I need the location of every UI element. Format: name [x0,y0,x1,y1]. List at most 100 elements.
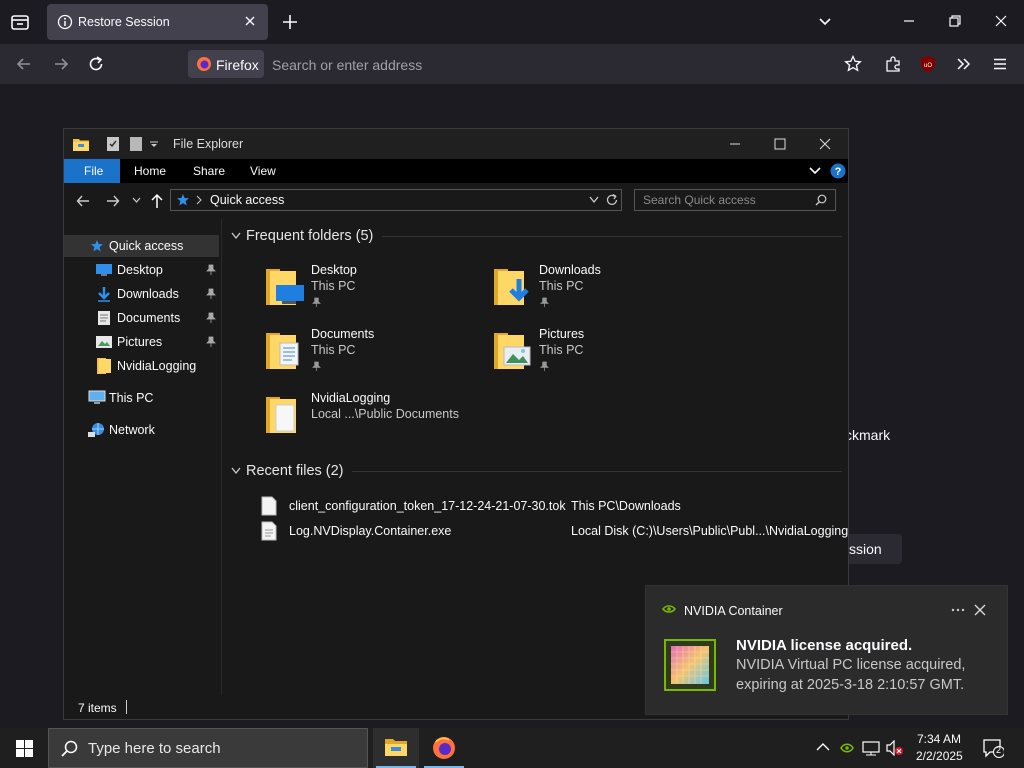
explorer-search-icon[interactable] [815,194,827,206]
up-folder-icon[interactable] [150,193,164,209]
close-window-icon[interactable] [994,14,1008,28]
sidebar-item-desktop[interactable]: Desktop [64,259,219,281]
address-text[interactable]: Quick access [210,193,284,207]
documents-icon [97,310,111,326]
sidebar-item-pictures[interactable]: Pictures [64,331,219,353]
folder-location: This PC [311,343,356,357]
sidebar-item-documents[interactable]: Documents [64,307,219,329]
taskbar-search-box[interactable]: Type here to search [48,728,368,768]
explorer-back-icon[interactable] [76,194,90,208]
clock-time[interactable]: 7:34 AM [916,732,962,746]
list-all-tabs-icon[interactable] [817,14,833,30]
tab-restore-session[interactable]: Restore Session [47,4,268,40]
firefox-identity-button[interactable]: Firefox [188,50,264,78]
new-tab-icon[interactable] [281,13,299,31]
nvidia-tray-icon[interactable] [840,742,854,754]
recent-locations-icon[interactable] [132,196,141,205]
sidebar-item-quick-access[interactable]: Quick access [64,235,219,257]
minimize-icon[interactable] [902,14,916,28]
ribbon-tab-share[interactable]: Share [193,164,225,178]
pictures-icon [96,335,112,349]
forward-icon[interactable] [52,55,70,73]
search-quick-access-input[interactable]: Search Quick access [634,189,836,211]
address-bar[interactable]: Quick access [170,189,622,211]
reload-icon[interactable] [87,55,105,73]
volume-muted-icon[interactable] [886,740,904,756]
folder-icon [264,393,306,435]
extensions-icon[interactable] [884,55,902,73]
pin-icon [312,297,321,308]
taskbar-firefox[interactable] [421,728,467,768]
recent-file-row[interactable]: Log.NVDisplay.Container.exe Local Disk (… [258,520,848,542]
action-center-icon[interactable]: 2 [982,738,1004,758]
address-dropdown-icon[interactable] [589,196,599,204]
frequent-folder-desktop[interactable]: Desktop This PC [264,261,484,321]
url-placeholder[interactable]: Search or enter address [272,57,422,73]
explorer-ribbon: File Home Share View ? [64,159,848,183]
search-icon [61,740,78,757]
frequent-folder-downloads[interactable]: Downloads This PC [492,261,712,321]
section-divider [382,236,842,237]
firefox-view-icon[interactable] [10,12,30,32]
recent-files-header[interactable]: Recent files (2) [246,463,344,479]
sidebar-item-nvidialogging[interactable]: NvidiaLogging [64,355,219,377]
item-count: 7 items [78,701,117,715]
explorer-minimize-icon[interactable] [728,137,742,151]
dismiss-toast-icon[interactable] [974,604,986,616]
sidebar-item-this-pc[interactable]: This PC [64,387,219,409]
folder-name: Pictures [539,327,585,341]
folder-location: This PC [539,279,584,293]
ublock-origin-icon[interactable]: uO [919,55,937,73]
frequent-folder-documents[interactable]: Documents This PC [264,325,484,385]
hamburger-menu-icon[interactable] [991,55,1009,73]
ribbon-tab-file[interactable]: File [64,159,120,183]
quick-access-toolbar-dropdown-icon[interactable] [150,141,158,149]
overflow-menu-icon[interactable] [955,55,973,73]
navigation-pane: Quick access Desktop Downloads Documents… [64,235,221,695]
recent-file-row[interactable]: client_configuration_token_17-12-24-21-0… [258,495,842,517]
frequent-folder-pictures[interactable]: Pictures This PC [492,325,712,385]
ribbon-tab-file-label: File [84,164,104,178]
explorer-maximize-icon[interactable] [773,137,787,151]
clock-date[interactable]: 2/2/2025 [916,749,963,763]
nvidia-logo-icon [662,604,676,614]
windows-start-icon[interactable] [16,740,33,757]
restore-window-icon[interactable] [948,14,962,28]
breadcrumb-chevron-icon[interactable] [195,195,203,205]
pin-icon [206,264,216,276]
exe-file-icon [261,521,277,541]
new-folder-quick-icon[interactable] [130,136,142,152]
url-bar[interactable]: Search or enter address [187,50,837,78]
folder-location: Local ...\Public Documents [311,407,459,421]
back-icon[interactable] [15,55,33,73]
taskbar-file-explorer[interactable] [373,728,419,768]
more-options-icon[interactable] [951,603,965,617]
ribbon-tab-home[interactable]: Home [134,164,166,178]
nvidia-toast-notification[interactable]: NVIDIA Container NVIDIA license acquired… [645,585,1008,715]
help-icon[interactable]: ? [830,163,846,179]
windows-taskbar: Type here to search 7:34 AM 2/2/2025 2 [0,728,1024,768]
collapse-section-icon[interactable] [231,467,241,475]
file-explorer-icon [385,738,407,756]
frequent-folder-nvidialogging[interactable]: NvidiaLogging Local ...\Public Documents [264,389,524,449]
ribbon-tab-view[interactable]: View [250,164,276,178]
properties-quick-icon[interactable] [106,136,120,152]
refresh-icon[interactable] [605,193,619,207]
toast-line-1: NVIDIA Virtual PC license acquired, [736,657,966,673]
section-divider [352,471,842,472]
bookmark-star-icon[interactable] [844,55,862,73]
network-tray-icon[interactable] [862,740,880,756]
info-icon [57,14,73,30]
explorer-close-icon[interactable] [818,137,832,151]
show-hidden-icons-chevron[interactable] [816,742,830,752]
expand-ribbon-icon[interactable] [809,166,821,176]
explorer-search-placeholder: Search Quick access [643,193,756,207]
collapse-section-icon[interactable] [231,232,241,240]
pin-icon [540,297,549,308]
close-tab-icon[interactable] [243,14,257,28]
sidebar-item-downloads[interactable]: Downloads [64,283,219,305]
sidebar-item-network[interactable]: Network [64,419,219,441]
explorer-forward-icon[interactable] [106,194,120,208]
notification-count: 2 [996,745,1002,755]
frequent-folders-header[interactable]: Frequent folders (5) [246,228,373,244]
